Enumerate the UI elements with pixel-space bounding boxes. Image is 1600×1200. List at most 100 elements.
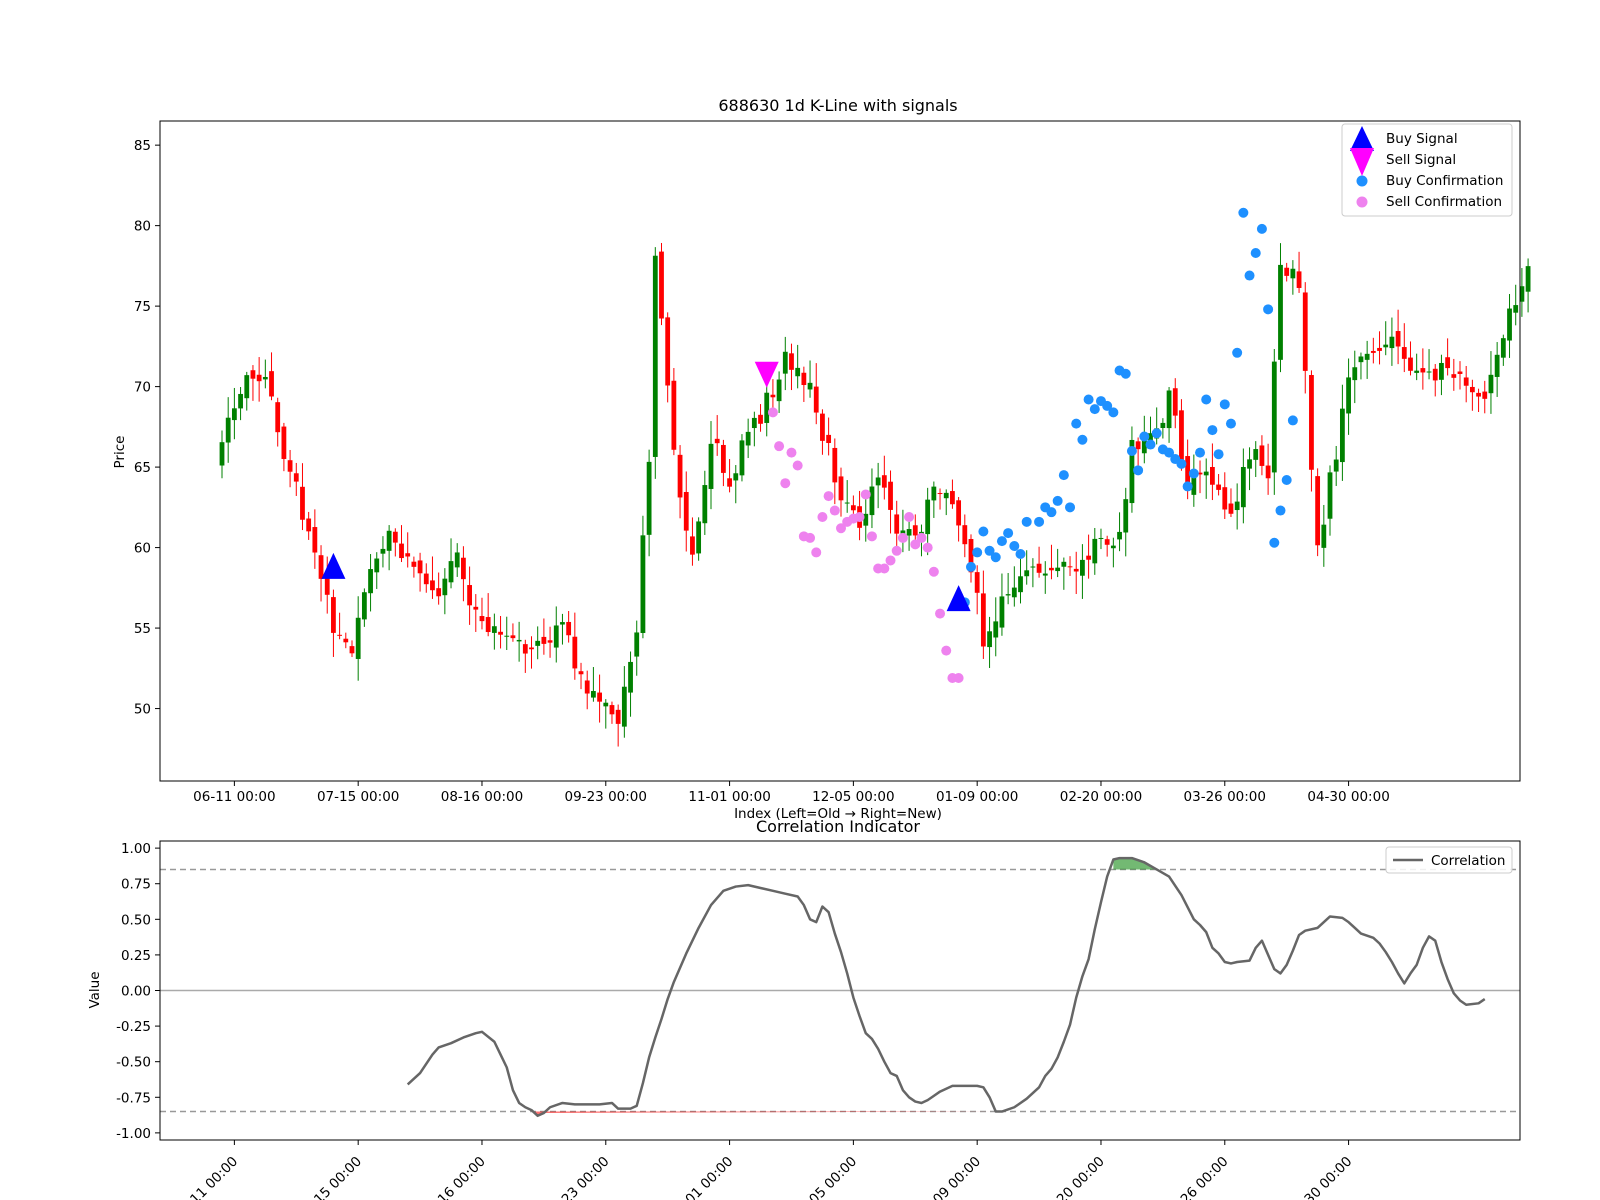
- candle-body: [454, 552, 460, 568]
- candle: [553, 606, 559, 663]
- candle-body: [244, 375, 250, 399]
- candle-body: [714, 438, 720, 444]
- buy-confirmation-point: [1232, 347, 1243, 358]
- candle-body: [219, 442, 225, 466]
- candle-body: [386, 530, 392, 551]
- candle-body: [300, 486, 305, 520]
- candle: [461, 546, 466, 602]
- candle: [720, 439, 726, 487]
- buy-confirmation-point: [1052, 495, 1063, 506]
- candle: [1439, 354, 1444, 396]
- candle-body: [1086, 555, 1091, 560]
- candle-body: [739, 440, 745, 476]
- candle: [943, 489, 949, 516]
- legend-buy-confirmation-label: Buy Confirmation: [1386, 173, 1503, 189]
- candle: [1420, 348, 1426, 390]
- candle: [1240, 448, 1246, 524]
- candle-body: [1018, 576, 1023, 593]
- candle: [1123, 487, 1129, 557]
- candle-body: [1339, 408, 1345, 463]
- candle-body: [498, 631, 503, 635]
- corr-xtick-label: 11-01 00:00: [667, 1154, 737, 1200]
- candle-body: [1278, 264, 1283, 360]
- candle: [652, 247, 658, 479]
- candle-body: [1457, 371, 1463, 374]
- corr-xtick-label: 07-15 00:00: [295, 1154, 365, 1200]
- candle-body: [999, 596, 1005, 628]
- kline-ytick-label: 65: [134, 460, 151, 476]
- figure: 688630 1d K-Line with signals Price Inde…: [87, 96, 1531, 1200]
- buy-confirmation-point: [1176, 458, 1187, 469]
- candle-body: [782, 351, 788, 374]
- candle: [1389, 317, 1395, 366]
- candle-body: [943, 492, 949, 499]
- candle-body: [665, 317, 671, 386]
- candle-body: [275, 402, 281, 433]
- candle: [634, 620, 640, 676]
- sell-confirmation-point: [891, 545, 902, 556]
- candle: [1414, 353, 1420, 381]
- candle-body: [1036, 563, 1042, 573]
- candle-body: [1067, 566, 1073, 568]
- candle-body: [516, 639, 522, 642]
- candle-body: [411, 561, 417, 567]
- buy-confirmation-point: [1219, 399, 1230, 410]
- candle-body: [776, 379, 782, 402]
- candle: [1228, 488, 1234, 518]
- candle-body: [355, 617, 361, 659]
- candle-body: [993, 621, 999, 638]
- candle: [696, 517, 702, 561]
- candle-body: [1346, 377, 1351, 414]
- candle: [1408, 341, 1413, 376]
- candle: [1346, 358, 1351, 435]
- candle-body: [1110, 545, 1116, 549]
- sell-confirmation-point: [928, 566, 939, 577]
- candle: [1055, 548, 1061, 578]
- candle-body: [461, 557, 466, 580]
- candle-body: [931, 486, 937, 501]
- candle: [337, 612, 343, 640]
- buy-confirmation-point: [1250, 248, 1261, 258]
- candle: [1507, 294, 1512, 358]
- candle: [591, 667, 596, 702]
- candle-body: [1482, 391, 1488, 399]
- candle: [1315, 468, 1321, 557]
- candle-body: [368, 569, 373, 594]
- candle: [621, 666, 627, 738]
- buy-confirmation-point: [1182, 481, 1193, 492]
- corr-axes: -1.00 -0.75 -0.50 -0.25 0.00 0.25 0.50 0.75 1.00…: [116, 841, 1355, 1200]
- candle-body: [473, 606, 479, 610]
- candle-body: [702, 485, 708, 524]
- candle: [758, 404, 763, 432]
- candle: [795, 344, 801, 389]
- corr-xtick-label: 08-16 00:00: [419, 1154, 489, 1200]
- candle: [1166, 387, 1172, 443]
- candle: [479, 597, 485, 630]
- kline-axes: 50 55 60 65 70 75 80 85 06-11 00:00 07-15 00:00 08…: [134, 138, 1390, 805]
- kline-xtick-label: 03-26 00:00: [1184, 789, 1266, 805]
- candle: [751, 411, 757, 447]
- candle: [275, 397, 281, 447]
- legend-sell-signal-label: Sell Signal: [1386, 152, 1456, 168]
- candle-body: [801, 372, 807, 386]
- candle-body: [751, 417, 757, 429]
- candle-body: [1469, 386, 1475, 393]
- candle-body: [1494, 354, 1500, 377]
- candle-body: [1451, 374, 1457, 378]
- candle-body: [1234, 501, 1240, 511]
- candle-body: [1327, 472, 1333, 519]
- candle: [1309, 370, 1314, 492]
- candle: [1098, 528, 1104, 550]
- candle-body: [987, 631, 992, 648]
- candle: [430, 556, 435, 599]
- candle: [1358, 352, 1364, 380]
- candle-body: [1315, 476, 1321, 546]
- buy-confirmation-point: [1256, 223, 1267, 234]
- candle: [776, 371, 782, 413]
- candle-body: [349, 646, 355, 654]
- candle: [504, 616, 510, 651]
- candle: [238, 387, 243, 421]
- candle: [597, 674, 602, 723]
- buy-confirmation-point: [1287, 415, 1298, 426]
- kline-xtick-label: 11-01 00:00: [688, 789, 770, 805]
